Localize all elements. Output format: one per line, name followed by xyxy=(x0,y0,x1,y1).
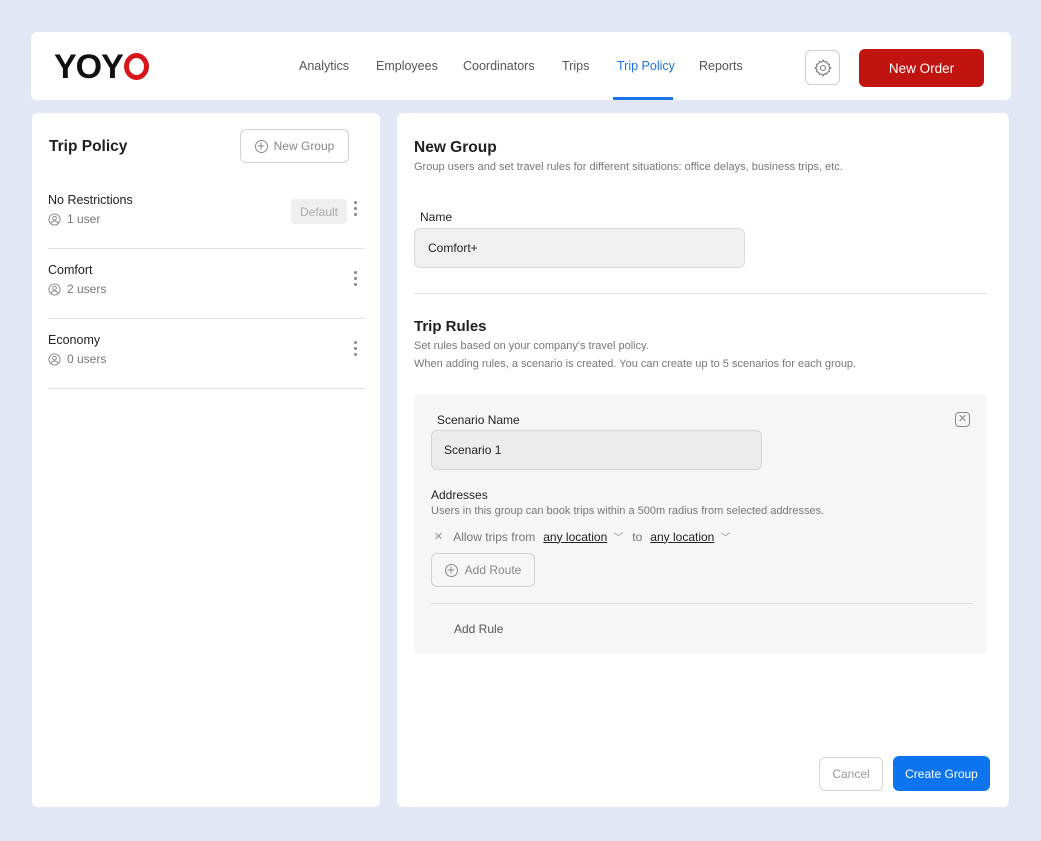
add-rule-button[interactable]: Add Rule xyxy=(454,622,503,636)
nav-employees[interactable]: Employees xyxy=(376,59,438,73)
close-scenario-icon[interactable]: ✕ xyxy=(955,412,970,427)
new-group-button[interactable]: New Group xyxy=(240,129,349,163)
form-title: New Group xyxy=(414,139,497,156)
group-user-count: 2 users xyxy=(67,282,107,296)
section-divider xyxy=(414,293,988,294)
group-users: 1 user xyxy=(48,212,100,226)
route-rule: ✕ Allow trips from any location ﹀ to any… xyxy=(434,529,739,545)
group-users: 2 users xyxy=(48,282,106,296)
group-item-no-restrictions[interactable]: No Restrictions 1 user Default xyxy=(48,179,365,249)
nav-active-indicator xyxy=(613,97,673,100)
new-order-button[interactable]: New Order xyxy=(859,49,984,87)
top-navigation-bar: YOY Analytics Employees Coordinators Tri… xyxy=(31,32,1011,100)
chevron-down-icon[interactable]: ﹀ xyxy=(613,529,623,544)
more-options-icon[interactable] xyxy=(352,341,358,361)
route-prefix: Allow trips from xyxy=(453,529,536,544)
name-label: Name xyxy=(420,210,453,224)
scenario-divider xyxy=(431,603,973,604)
logo-red-o xyxy=(123,53,149,80)
scenario-name-input[interactable] xyxy=(431,430,762,470)
plus-circle-icon xyxy=(444,563,458,577)
group-user-count: 0 users xyxy=(67,352,107,366)
logo-text: YOY xyxy=(54,48,124,86)
trip-rules-description: Set rules based on your company's travel… xyxy=(414,340,649,352)
new-group-label: New Group xyxy=(273,139,335,153)
more-options-icon[interactable] xyxy=(352,271,358,291)
group-name: Comfort xyxy=(48,263,93,277)
chevron-down-icon[interactable]: ﹀ xyxy=(720,529,730,544)
nav-analytics[interactable]: Analytics xyxy=(299,59,349,73)
group-item-economy[interactable]: Economy 0 users xyxy=(48,319,365,389)
default-badge: Default xyxy=(291,199,347,224)
group-name-input[interactable] xyxy=(414,228,745,268)
yoyo-logo[interactable]: YOY xyxy=(54,49,149,85)
more-options-icon[interactable] xyxy=(352,201,358,221)
add-route-label: Add Route xyxy=(464,563,522,577)
nav-trips[interactable]: Trips xyxy=(562,59,589,73)
route-from-select[interactable]: any location xyxy=(543,530,607,544)
route-to-word: to xyxy=(632,529,643,544)
group-user-count: 1 user xyxy=(67,212,101,226)
nav-reports[interactable]: Reports xyxy=(699,59,743,73)
addresses-description: Users in this group can book trips withi… xyxy=(431,505,825,517)
group-name: No Restrictions xyxy=(48,193,133,207)
nav-trip-policy[interactable]: Trip Policy xyxy=(617,59,675,73)
cancel-button[interactable]: Cancel xyxy=(819,757,883,791)
trip-rules-title: Trip Rules xyxy=(414,318,487,335)
route-to-select[interactable]: any location xyxy=(650,530,714,544)
gear-icon xyxy=(813,58,832,77)
scenario-name-label: Scenario Name xyxy=(437,413,520,427)
add-route-button[interactable]: Add Route xyxy=(431,553,535,587)
sidebar-title: Trip Policy xyxy=(49,138,128,155)
trip-rules-note: When adding rules, a scenario is created… xyxy=(414,358,857,370)
group-item-comfort[interactable]: Comfort 2 users xyxy=(48,249,365,319)
group-users: 0 users xyxy=(48,352,106,366)
scenario-card: Scenario Name ✕ Addresses Users in this … xyxy=(414,394,987,654)
remove-route-icon[interactable]: ✕ xyxy=(434,530,443,543)
user-icon xyxy=(48,212,61,226)
group-name: Economy xyxy=(48,333,101,347)
addresses-title: Addresses xyxy=(431,488,488,502)
settings-button[interactable] xyxy=(805,50,840,85)
user-icon xyxy=(48,282,61,296)
new-group-form: New Group Group users and set travel rul… xyxy=(397,113,1009,807)
create-group-button[interactable]: Create Group xyxy=(893,756,990,791)
plus-circle-icon xyxy=(254,139,268,153)
nav-coordinators[interactable]: Coordinators xyxy=(463,59,535,73)
trip-policy-sidebar: Trip Policy New Group No Restrictions 1 … xyxy=(32,113,380,807)
form-subtitle: Group users and set travel rules for dif… xyxy=(414,161,843,173)
user-icon xyxy=(48,352,61,366)
